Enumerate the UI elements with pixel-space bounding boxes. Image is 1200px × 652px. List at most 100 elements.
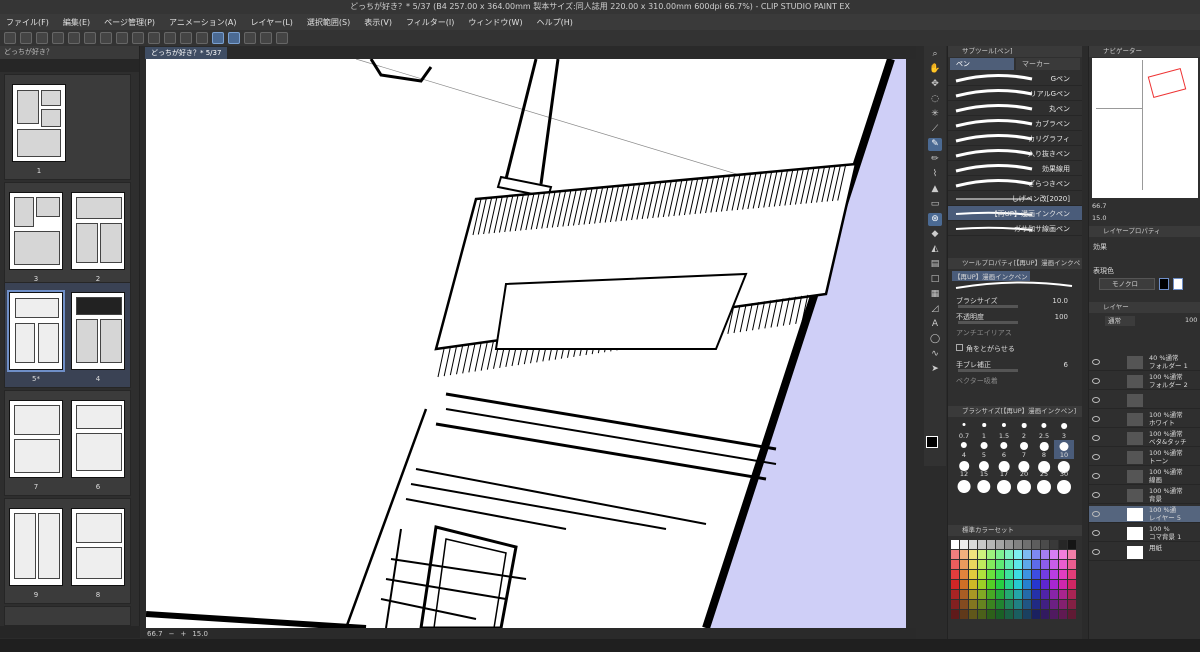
- brush-item-selected[interactable]: 【再UP】漫画インクペン: [948, 206, 1082, 221]
- color-swatch[interactable]: [1050, 560, 1058, 569]
- tone-icon[interactable]: ⊛: [928, 213, 942, 226]
- eye-icon[interactable]: [1092, 378, 1100, 384]
- page-thumbnail-selected[interactable]: [7, 290, 65, 372]
- color-swatch[interactable]: [1059, 600, 1067, 609]
- color-swatch[interactable]: [1014, 580, 1022, 589]
- brush-size-option[interactable]: 8: [1034, 440, 1054, 459]
- zoom-icon[interactable]: ⌕: [928, 48, 942, 61]
- menu-filter[interactable]: フィルター(I): [406, 17, 454, 28]
- color-swatch[interactable]: [978, 570, 986, 579]
- brush-item[interactable]: カリグラフィ: [948, 131, 1082, 146]
- color-swatch[interactable]: [1059, 560, 1067, 569]
- color-swatch[interactable]: [1041, 590, 1049, 599]
- brush-size-option[interactable]: 2: [1014, 421, 1034, 440]
- color-swatch[interactable]: [960, 560, 968, 569]
- zoom-in-button[interactable]: +: [180, 630, 186, 638]
- eye-icon[interactable]: [1092, 435, 1100, 441]
- color-swatch[interactable]: [1041, 560, 1049, 569]
- page-thumbnail[interactable]: [71, 508, 125, 586]
- color-swatch[interactable]: [1023, 610, 1031, 619]
- color-swatch[interactable]: [951, 570, 959, 579]
- color-swatch[interactable]: [1068, 570, 1076, 579]
- layer-row[interactable]: 100 % コマ背景 1: [1089, 525, 1200, 542]
- brush-size-option[interactable]: 20: [1014, 459, 1034, 478]
- color-swatch[interactable]: [1068, 600, 1076, 609]
- brush-size-option[interactable]: 3: [1054, 421, 1074, 440]
- brush-size-option[interactable]: 5: [974, 440, 994, 459]
- page-thumbnail[interactable]: [9, 400, 63, 478]
- page-thumbnail[interactable]: [9, 192, 63, 270]
- color-swatch[interactable]: [1005, 540, 1013, 549]
- frame-icon[interactable]: ▦: [928, 288, 942, 301]
- color-swatch[interactable]: [1068, 540, 1076, 549]
- vector-snap-row[interactable]: ベクター吸着: [948, 373, 1082, 389]
- menu-edit[interactable]: 編集(E): [63, 17, 90, 28]
- color-swatch[interactable]: [951, 590, 959, 599]
- brush-size-option[interactable]: [994, 478, 1014, 497]
- color-swatch[interactable]: [987, 540, 995, 549]
- color-swatch[interactable]: [1041, 540, 1049, 549]
- color-swatch[interactable]: [1014, 590, 1022, 599]
- eye-icon[interactable]: [1092, 530, 1100, 536]
- ruler-snap-icon[interactable]: [212, 32, 224, 44]
- color-swatch[interactable]: [996, 580, 1004, 589]
- brush-size-option[interactable]: 7: [1014, 440, 1034, 459]
- color-swatch[interactable]: [996, 600, 1004, 609]
- color-swatch[interactable]: [951, 550, 959, 559]
- brush-size-option[interactable]: 17: [994, 459, 1014, 478]
- color-swatch[interactable]: [1059, 550, 1067, 559]
- color-swatch[interactable]: [951, 600, 959, 609]
- color-swatch[interactable]: [969, 610, 977, 619]
- layer-row[interactable]: 100 %通常 線画: [1089, 468, 1200, 485]
- color-swatch[interactable]: [1059, 580, 1067, 589]
- color-swatch[interactable]: [1005, 550, 1013, 559]
- color-swatch[interactable]: [1005, 570, 1013, 579]
- color-swatch[interactable]: [969, 550, 977, 559]
- menu-view[interactable]: 表示(V): [364, 17, 392, 28]
- sharp-corners-checkbox[interactable]: [956, 344, 963, 351]
- color-swatch[interactable]: [978, 590, 986, 599]
- color-swatch[interactable]: [1041, 600, 1049, 609]
- canvas-tab[interactable]: どっちが好き？* 5/37: [145, 47, 228, 59]
- eye-icon[interactable]: [1092, 454, 1100, 460]
- stabilization-row[interactable]: 手ブレ補正 6: [948, 357, 1082, 373]
- color-swatch[interactable]: [978, 580, 986, 589]
- layer-opacity-value[interactable]: 100: [1185, 316, 1197, 324]
- zoom-out-button[interactable]: −: [169, 630, 175, 638]
- line-correction-icon[interactable]: ∿: [928, 348, 942, 361]
- page-thumbnail[interactable]: [71, 192, 125, 270]
- color-swatch[interactable]: [987, 600, 995, 609]
- eyedropper-icon[interactable]: ⟋: [928, 123, 942, 136]
- color-swatch[interactable]: [996, 590, 1004, 599]
- brush-size-value[interactable]: 10.0: [1052, 293, 1068, 309]
- layer-row[interactable]: 100 %通常 トーン: [1089, 449, 1200, 466]
- color-swatch[interactable]: [969, 540, 977, 549]
- color-swatch[interactable]: [1068, 610, 1076, 619]
- page-thumbnail[interactable]: [12, 84, 66, 162]
- color-swatch[interactable]: [1032, 570, 1040, 579]
- rotation-value[interactable]: 15.0: [192, 630, 208, 638]
- color-swatch[interactable]: [1050, 600, 1058, 609]
- brush-size-option[interactable]: [974, 478, 994, 497]
- expression-color-select[interactable]: モノクロ: [1099, 278, 1155, 290]
- eraser-icon[interactable]: ▭: [928, 198, 942, 211]
- eye-icon[interactable]: [1092, 511, 1100, 517]
- layer-row[interactable]: 100 %通常 背景: [1089, 487, 1200, 504]
- menu-selection[interactable]: 選択範囲(S): [307, 17, 350, 28]
- settings-icon[interactable]: [276, 32, 288, 44]
- brush-size-option[interactable]: 12: [954, 459, 974, 478]
- blend-mode-select[interactable]: 通常: [1105, 316, 1135, 326]
- menu-page[interactable]: ページ管理(P): [104, 17, 155, 28]
- color-swatch[interactable]: [978, 550, 986, 559]
- main-color-swatch[interactable]: [926, 436, 938, 448]
- brush-size-option[interactable]: 15: [974, 459, 994, 478]
- blend-icon[interactable]: ◆: [928, 228, 942, 241]
- stabilization-value[interactable]: 6: [1064, 357, 1068, 373]
- color-swatch[interactable]: [1068, 560, 1076, 569]
- antialias-row[interactable]: アンチエイリアス: [948, 325, 1082, 341]
- auto-select-icon[interactable]: ✳: [928, 108, 942, 121]
- color-swatch[interactable]: [1005, 560, 1013, 569]
- brush-size-option[interactable]: 10: [1054, 440, 1074, 459]
- brush-size-option[interactable]: 0.7: [954, 421, 974, 440]
- drawing-canvas[interactable]: [146, 59, 906, 628]
